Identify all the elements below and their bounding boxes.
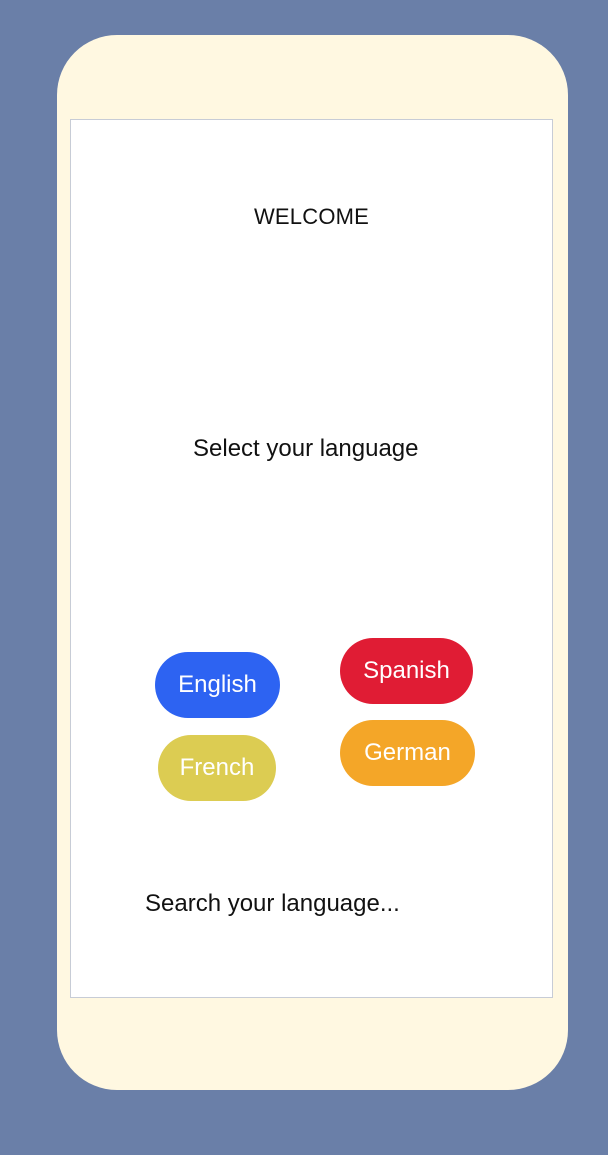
phone-frame: WELCOME Select your language English Spa… [57,35,568,1090]
spanish-button[interactable]: Spanish [340,638,473,704]
search-language-input[interactable] [145,884,485,924]
german-button[interactable]: German [340,720,475,786]
select-language-label: Select your language [193,435,419,462]
welcome-title: WELCOME [253,204,370,229]
app-screen: WELCOME Select your language English Spa… [70,119,553,998]
english-button[interactable]: English [155,652,280,718]
french-button[interactable]: French [158,735,276,801]
